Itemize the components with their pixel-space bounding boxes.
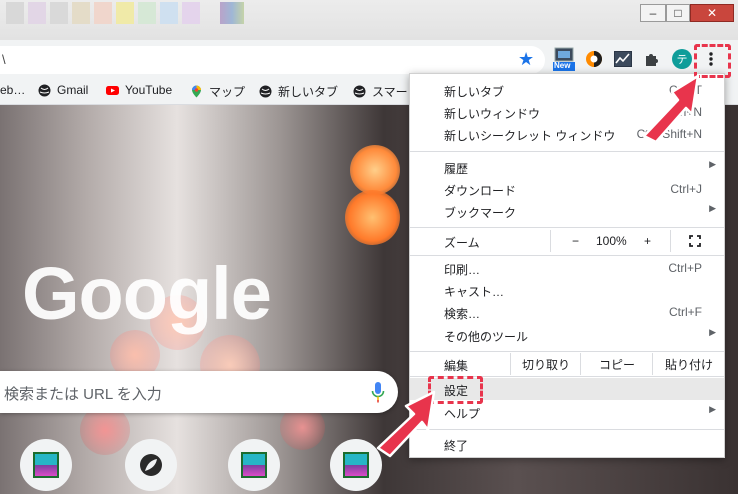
shortcut-tile[interactable]: [20, 439, 72, 491]
youtube-icon: [106, 85, 119, 95]
new-extension-icon[interactable]: New: [553, 46, 575, 72]
menu-item-zoom: ズーム − 100% +: [410, 230, 724, 252]
menu-separator: [410, 429, 724, 430]
menu-item-bookmarks[interactable]: ブックマーク ▶: [410, 200, 724, 222]
copy-button[interactable]: コピー: [580, 353, 653, 375]
submenu-arrow-icon: ▶: [709, 327, 716, 337]
menu-separator: [410, 351, 724, 352]
search-placeholder: 検索または URL を入力: [4, 386, 162, 403]
taskbar-thumbnail: [6, 2, 24, 24]
shortcut-favicon: [33, 452, 59, 478]
taskbar-thumbnail: [50, 2, 68, 24]
bookmark-smart[interactable]: スマー: [353, 83, 408, 100]
submenu-arrow-icon: ▶: [709, 159, 716, 169]
menu-item-print[interactable]: 印刷… Ctrl+P: [410, 257, 724, 279]
menu-item-more-tools[interactable]: その他のツール ▶: [410, 324, 724, 346]
background-bokeh: [345, 190, 400, 245]
zoom-level: 100%: [596, 234, 627, 248]
fullscreen-icon[interactable]: [689, 235, 701, 247]
menu-item-exit[interactable]: 終了: [410, 433, 724, 455]
bookmark-youtube[interactable]: YouTube: [106, 83, 172, 97]
menu-item-help[interactable]: ヘルプ ▶: [410, 401, 724, 423]
bookmark-gmail[interactable]: Gmail: [38, 83, 88, 97]
menu-item-cast[interactable]: キャスト…: [410, 279, 724, 301]
background-bokeh: [350, 145, 400, 195]
shortcut-favicon: [343, 452, 369, 478]
paste-button[interactable]: 貼り付け: [652, 353, 725, 375]
taskbar-thumbnail: [116, 2, 134, 24]
annotation-arrow-icon: [642, 74, 700, 144]
submenu-arrow-icon: ▶: [709, 203, 716, 213]
close-window-button[interactable]: ✕: [690, 4, 734, 22]
bookmark-maps[interactable]: マップ: [190, 83, 245, 100]
maps-pin-icon: [192, 85, 201, 98]
menu-item-edit: 編集 切り取り コピー 貼り付け: [410, 353, 724, 375]
minimize-button[interactable]: –: [640, 4, 666, 22]
bookmark-item[interactable]: eb…: [0, 83, 25, 97]
new-badge: New: [554, 61, 571, 70]
taskbar-thumbnail: [160, 2, 178, 24]
taskbar-thumbnail: [72, 2, 90, 24]
bookmark-star-icon[interactable]: ★: [518, 49, 534, 70]
shortcut-favicon: [241, 452, 267, 478]
taskbar-thumbnail: [182, 2, 200, 24]
globe-icon: [259, 85, 272, 98]
maximize-button[interactable]: □: [666, 4, 690, 22]
annotation-arrow-icon: [376, 390, 436, 458]
zoom-divider: [670, 230, 671, 252]
window-title-bar: – □ ✕: [0, 0, 738, 40]
zoom-in-button[interactable]: +: [644, 234, 651, 248]
sync-extension-icon[interactable]: [583, 48, 605, 70]
menu-separator: [410, 151, 724, 152]
feather-logo-icon: [140, 454, 162, 476]
google-logo: Google: [22, 252, 272, 335]
globe-icon: [38, 84, 51, 96]
menu-item-find[interactable]: 検索… Ctrl+F: [410, 301, 724, 323]
taskbar-thumbnail: [220, 2, 244, 24]
taskbar-thumbnail: [138, 2, 156, 24]
menu-separator: [410, 227, 724, 228]
menu-separator: [410, 255, 724, 256]
zoom-out-button[interactable]: −: [572, 234, 579, 248]
cut-button[interactable]: 切り取り: [510, 353, 581, 375]
shortcut-tile[interactable]: [228, 439, 280, 491]
globe-icon: [353, 85, 366, 98]
address-bar[interactable]: \ ★: [0, 46, 545, 74]
taskbar-thumbnail: [94, 2, 112, 24]
shortcut-tile[interactable]: [125, 439, 177, 491]
menu-item-history[interactable]: 履歴 ▶: [410, 156, 724, 178]
zoom-divider: [550, 230, 551, 252]
taskbar-thumbnail: [28, 2, 46, 24]
address-text: \: [2, 52, 6, 67]
submenu-arrow-icon: ▶: [709, 404, 716, 414]
menu-item-downloads[interactable]: ダウンロード Ctrl+J: [410, 178, 724, 200]
ntp-search-box[interactable]: 検索または URL を入力: [0, 371, 398, 413]
bookmark-new-tab[interactable]: 新しいタブ: [259, 83, 338, 100]
